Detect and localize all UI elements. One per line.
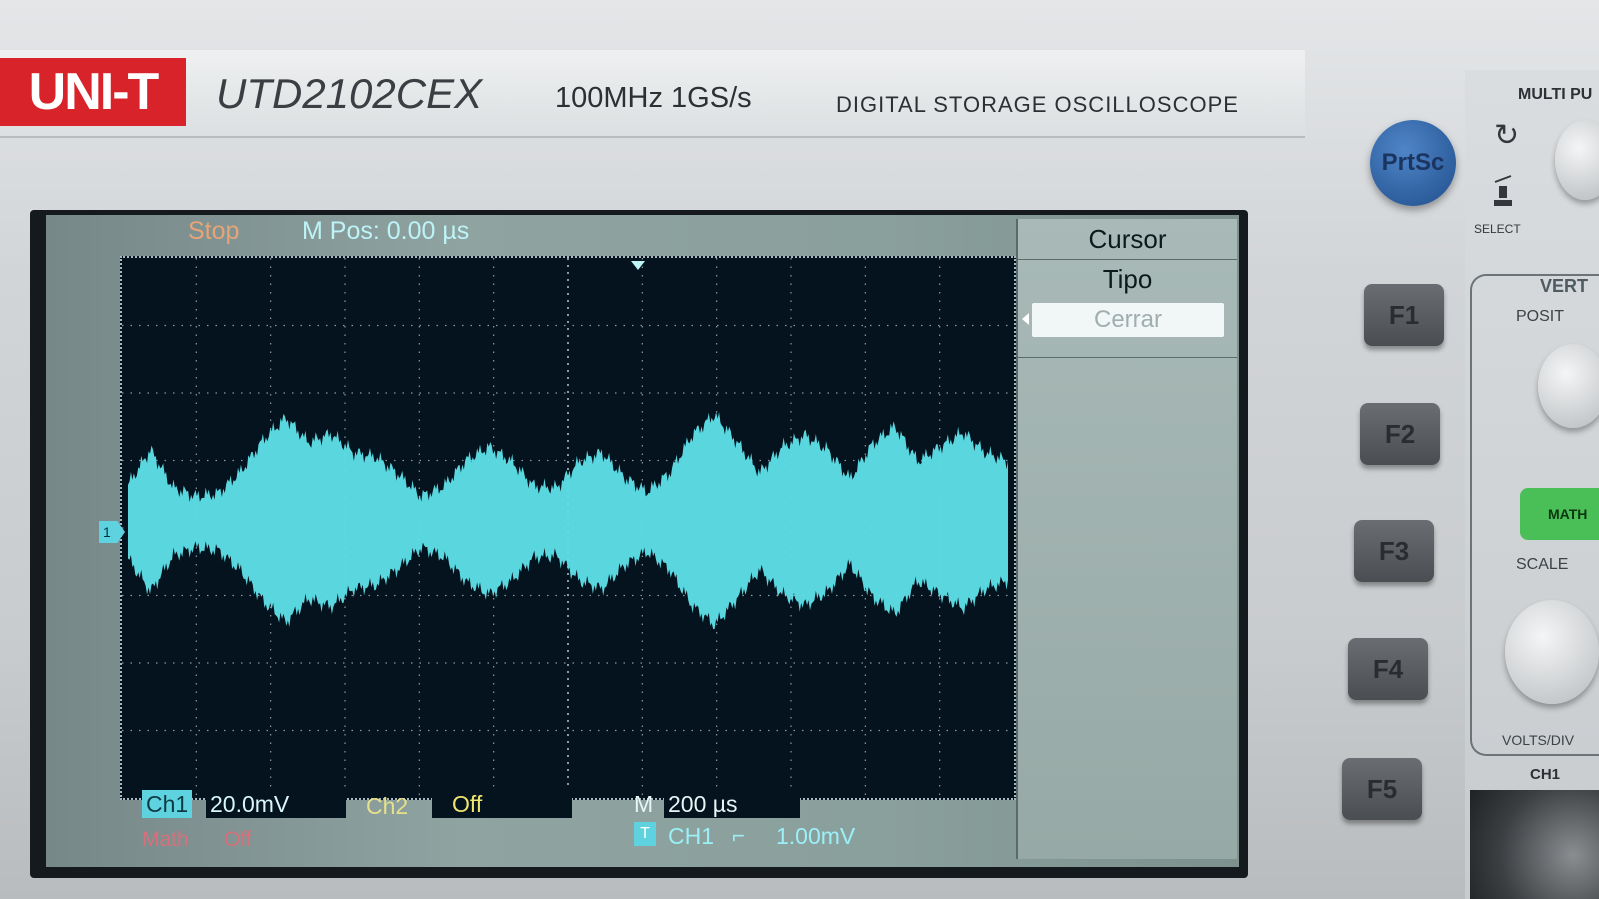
acquisition-status: Stop [188,217,240,245]
menu-divider [1018,357,1237,358]
math-state: Off [224,828,252,851]
ch2-state: Off [432,790,572,818]
menu-panel: Cursor Tipo Cerrar [1016,219,1237,859]
menu-title: Cursor [1018,219,1237,260]
ch1-label: Ch1 [142,790,193,818]
brand-logo: UNI-T [0,58,186,126]
m-pos-value: 0.00 µs [386,217,470,245]
math-button[interactable]: MATH [1520,488,1599,540]
vertical-position-knob[interactable] [1538,344,1599,428]
status-bar: Ch1 20.0mV Ch2 Off M 200 µs Math Off T C… [120,790,1010,858]
multi-purpose-label: MULTI PU [1518,86,1593,103]
trigger-slope-icon: ⌐ [732,823,745,848]
f3-button[interactable]: F3 [1354,520,1434,582]
device-description: DIGITAL STORAGE OSCILLOSCOPE [836,92,1239,117]
timebase-value: 200 µs [664,790,800,818]
volts-div-knob[interactable] [1505,600,1599,704]
scale-label: SCALE [1516,556,1569,573]
vertical-label: VERT [1540,276,1589,296]
model-name: UTD2102CEX [216,70,483,117]
position-label: POSIT [1516,308,1565,325]
spec-text: 100MHz 1GS/s [555,82,752,114]
math-label: Math [142,828,189,851]
waveform-display [120,256,1016,800]
refresh-icon: ↻ [1494,119,1520,152]
f5-button[interactable]: F5 [1342,758,1422,820]
f1-button[interactable]: F1 [1364,284,1444,346]
ch1-scale: 20.0mV [206,790,346,818]
menu-selection-arrow-icon [1022,313,1029,325]
ch1-input-label: CH1 [1530,766,1561,783]
f2-button[interactable]: F2 [1360,403,1440,465]
menu-subtitle: Tipo [1102,264,1153,294]
ch1-waveform-trace [128,412,1008,630]
horizontal-position: M Pos: 0.00 µs [302,217,469,246]
select-label: SELECT [1474,222,1521,236]
waveform-svg [122,258,1014,798]
ch2-label: Ch2 [366,793,409,819]
ch1-bnc-connector [1470,790,1599,899]
f4-button[interactable]: F4 [1348,638,1428,700]
trigger-level: 1.00mV [776,823,856,849]
trigger-position-marker [631,261,645,270]
volts-div-label: VOLTS/DIV [1502,732,1575,748]
prtsc-button[interactable]: PrtSc [1370,120,1456,206]
menu-option-cerrar[interactable]: Cerrar [1032,303,1224,337]
trigger-source: CH1 [668,823,715,849]
m-pos-label: M Pos: [302,217,380,245]
timebase-label: M [634,791,654,817]
select-icon [1494,175,1512,206]
trigger-tag: T [634,822,656,846]
